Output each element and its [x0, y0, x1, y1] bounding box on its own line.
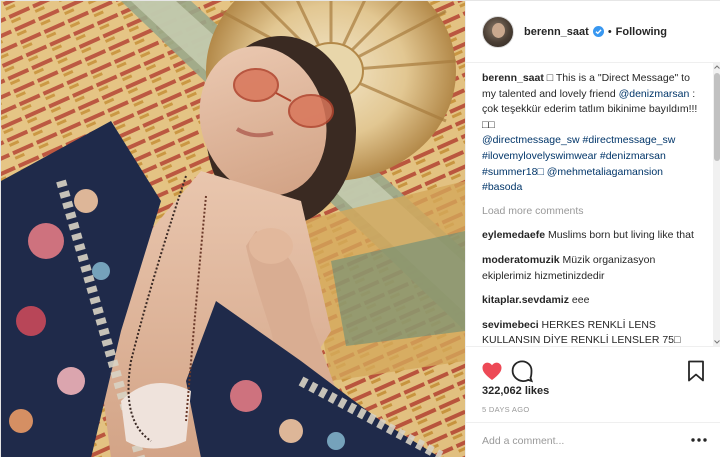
- more-options-icon[interactable]: [690, 433, 708, 447]
- caption-hashtag[interactable]: @directmessage_sw: [482, 134, 580, 146]
- comment-item: eylemedaefe Muslims born but living like…: [482, 228, 704, 244]
- likes-count[interactable]: 322,062 likes: [482, 385, 549, 397]
- comment-username[interactable]: eylemedaefe: [482, 229, 545, 241]
- scroll-down-arrow-icon[interactable]: [713, 338, 720, 346]
- caption-mention[interactable]: @mehmetaliagamansion: [547, 166, 663, 178]
- caption-hashtag[interactable]: #ilovemylovelyswimwear: [482, 150, 597, 162]
- avatar[interactable]: [482, 15, 514, 48]
- caption-username[interactable]: berenn_saat: [482, 72, 544, 84]
- add-comment-input[interactable]: [482, 431, 672, 451]
- load-more-comments-button[interactable]: Load more comments: [482, 204, 704, 220]
- heart-icon[interactable]: [480, 359, 504, 383]
- comments-scrollbar[interactable]: [713, 63, 720, 346]
- header-username[interactable]: berenn_saat: [524, 26, 589, 38]
- caption-mention[interactable]: @denizmarsan: [619, 88, 690, 100]
- post-actions: 322,062 likes 5 DAYS AGO: [466, 346, 720, 422]
- comment-username[interactable]: moderatomuzik: [482, 254, 560, 266]
- comment-item: moderatomuzik Müzik organizasyon ekipler…: [482, 253, 704, 284]
- add-comment-section: [466, 422, 720, 457]
- post-image: [1, 1, 465, 457]
- instagram-post: berenn_saat • Following berenn_saat □ Th…: [0, 0, 720, 457]
- caption-hashtag[interactable]: #basoda: [482, 181, 522, 193]
- comment-text: eee: [568, 294, 590, 307]
- caption-hashtag[interactable]: #directmessage_sw: [583, 134, 676, 146]
- header-separator: •: [607, 25, 612, 38]
- caption-hashtag[interactable]: #denizmarsan: [600, 150, 666, 162]
- comment-text: Muslims born but living like that: [545, 229, 694, 242]
- action-icons: [480, 359, 708, 383]
- comments-list[interactable]: berenn_saat □ This is a "Direct Message"…: [466, 63, 714, 346]
- scrollbar-thumb[interactable]: [714, 73, 720, 161]
- bookmark-icon[interactable]: [684, 359, 708, 383]
- post-header: berenn_saat • Following: [466, 1, 720, 63]
- comment-item: sevimebeci HERKES RENKLİ LENS KULLANSIN …: [482, 318, 704, 346]
- comment-username[interactable]: sevimebeci: [482, 319, 539, 331]
- post-side-panel: berenn_saat • Following berenn_saat □ Th…: [465, 1, 720, 457]
- caption-hashtag[interactable]: #summer18□: [482, 166, 544, 178]
- following-button[interactable]: Following: [616, 26, 667, 38]
- comment-bubble-icon[interactable]: [510, 359, 534, 383]
- scroll-up-arrow-icon[interactable]: [713, 63, 720, 71]
- post-caption: berenn_saat □ This is a "Direct Message"…: [482, 71, 704, 196]
- comment-username[interactable]: kitaplar.sevdamiz: [482, 294, 569, 306]
- verified-badge-icon: [592, 26, 604, 37]
- comment-item: kitaplar.sevdamiz eee: [482, 293, 704, 309]
- post-timestamp: 5 DAYS AGO: [482, 405, 530, 414]
- post-photo[interactable]: [1, 1, 465, 457]
